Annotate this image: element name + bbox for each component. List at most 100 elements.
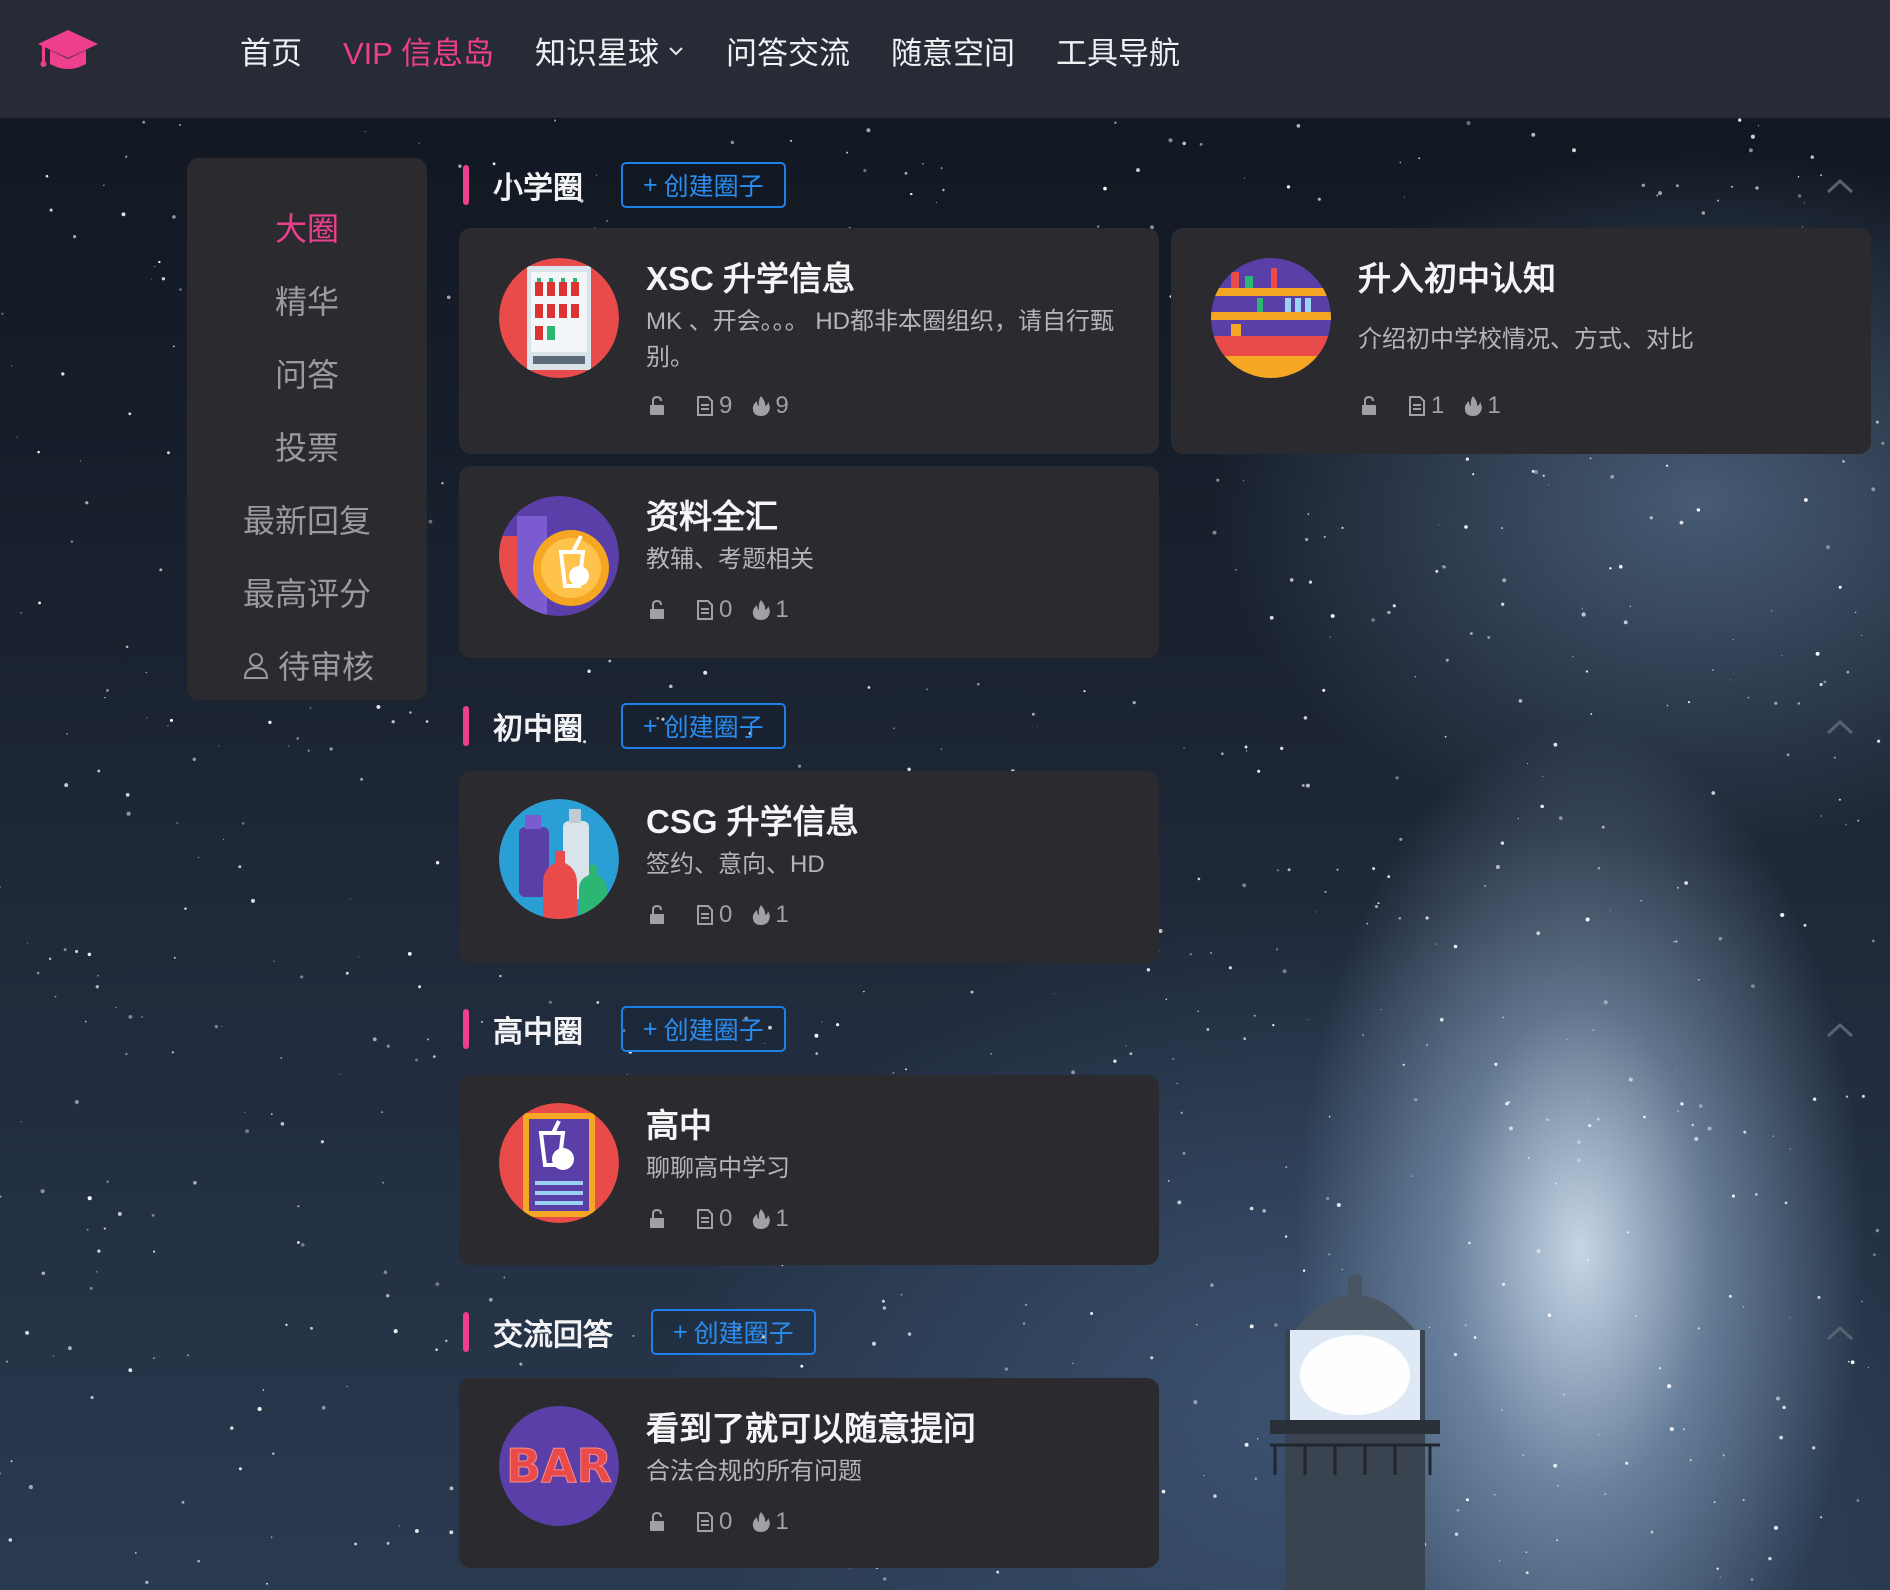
create-circle-label: 创建圈子: [663, 1017, 764, 1045]
section-header-exchange: 交流回答 + 创建圈子: [463, 1309, 816, 1355]
post-count: 9: [694, 392, 732, 420]
star: [1500, 841, 1505, 845]
star: [1464, 525, 1468, 529]
nav-item-knowledge-planet[interactable]: 知识星球: [535, 28, 685, 73]
star: [1161, 1489, 1166, 1494]
sidebar-item-all[interactable]: 大圈: [187, 190, 427, 263]
chevron-up-icon[interactable]: [1822, 1322, 1858, 1344]
star: [1845, 1095, 1849, 1098]
chevron-up-icon[interactable]: [1822, 1019, 1858, 1041]
sidebar-item-top-rated[interactable]: 最高评分: [187, 555, 427, 628]
sidebar-item-featured[interactable]: 精华: [187, 263, 427, 336]
star: [197, 1559, 201, 1563]
post-count: 0: [694, 1508, 732, 1536]
card-title: 升入初中认知: [1358, 260, 1556, 297]
unlock-icon: [1362, 395, 1376, 415]
star: [935, 201, 938, 203]
graduation-cap-logo-icon[interactable]: [36, 26, 100, 76]
star: [10, 365, 13, 367]
star: [435, 1282, 440, 1287]
star: [1276, 869, 1280, 872]
star: [398, 1525, 400, 1527]
star: [1284, 1235, 1288, 1238]
create-circle-button[interactable]: + 创建圈子: [621, 162, 786, 208]
star: [169, 718, 174, 722]
plus-icon: +: [643, 1014, 658, 1043]
chevron-up-icon[interactable]: [1822, 716, 1858, 738]
star: [1508, 1126, 1513, 1131]
star: [1525, 1571, 1529, 1575]
star: [1004, 1367, 1009, 1371]
nav-item-qa[interactable]: 问答交流: [726, 28, 850, 73]
menu-drink-icon: [499, 1103, 619, 1223]
sidebar-item-vote[interactable]: 投票: [187, 409, 427, 482]
star: [1625, 1461, 1629, 1465]
star: [797, 764, 802, 768]
star: [428, 519, 433, 524]
star: [1546, 1118, 1549, 1121]
star: [445, 1339, 448, 1343]
star: [1877, 739, 1881, 743]
lighthouse-image: [1270, 1275, 1440, 1590]
create-circle-button[interactable]: + 创建圈子: [621, 1006, 786, 1052]
star: [1729, 679, 1731, 681]
create-circle-button[interactable]: + 创建圈子: [651, 1309, 816, 1355]
star: [1742, 1499, 1745, 1501]
star: [1036, 725, 1038, 727]
circle-card-xsc[interactable]: XSC 升学信息 MK 、开会。。。 HD都非本圈组织，请自行甄别。 9 9: [459, 228, 1159, 454]
star: [996, 1570, 1000, 1574]
star: [1228, 966, 1232, 970]
star: [73, 235, 77, 239]
star: [197, 856, 199, 858]
section-accent-bar: [463, 165, 469, 205]
star: [1212, 530, 1217, 535]
create-circle-button[interactable]: + 创建圈子: [621, 703, 786, 749]
sidebar-item-latest-reply[interactable]: 最新回复: [187, 482, 427, 555]
star: [1649, 516, 1653, 520]
star: [905, 1068, 907, 1071]
star: [1804, 498, 1808, 502]
star: [1722, 1454, 1725, 1457]
star: [382, 1181, 385, 1184]
sidebar-item-label: 最高评分: [242, 575, 371, 612]
sidebar-item-pending-review[interactable]: 待审核: [187, 628, 427, 701]
star: [40, 1189, 45, 1194]
card-title: 资料全汇: [646, 498, 778, 535]
star: [1786, 753, 1790, 757]
star: [1329, 636, 1331, 638]
star: [893, 727, 895, 730]
post-count-value: 0: [719, 1205, 733, 1232]
circle-card-senior[interactable]: 高中 聊聊高中学习 0 1: [459, 1075, 1159, 1265]
card-stats: 0 1: [646, 1205, 797, 1233]
star: [345, 971, 349, 975]
star: [1280, 746, 1284, 751]
card-stats: 9 9: [646, 392, 797, 420]
star: [1775, 1396, 1781, 1401]
nav-item-tool-nav[interactable]: 工具导航: [1056, 28, 1180, 73]
nav-item-vip-island[interactable]: VIP 信息岛: [343, 28, 494, 73]
bar-sign-text: BAR: [506, 1439, 612, 1493]
flame-icon: [753, 396, 771, 416]
circle-card-materials[interactable]: 资料全汇 教辅、考题相关 0 1: [459, 466, 1159, 658]
nav-item-home[interactable]: 首页: [240, 28, 302, 73]
chevron-up-icon[interactable]: [1822, 175, 1858, 197]
star: [20, 612, 22, 614]
circle-card-junior-intro[interactable]: 升入初中认知 介绍初中学校情况、方式、对比 1 1: [1171, 228, 1871, 454]
star: [74, 1099, 79, 1105]
star: [1435, 943, 1437, 945]
circle-card-free-qa[interactable]: BAR 看到了就可以随意提问 合法合规的所有问题 0 1: [459, 1378, 1159, 1568]
sidebar-item-qa[interactable]: 问答: [187, 336, 427, 409]
star: [608, 659, 612, 663]
star: [1495, 865, 1500, 869]
nav-item-free-space[interactable]: 随意空间: [891, 28, 1015, 73]
star: [1442, 565, 1446, 569]
unlock-icon: [650, 1208, 664, 1228]
section-title: 交流回答: [493, 1319, 613, 1352]
star: [1146, 968, 1151, 972]
star: [1324, 890, 1327, 894]
star: [357, 956, 360, 958]
star: [1728, 1294, 1732, 1298]
circle-card-csg[interactable]: CSG 升学信息 签约、意向、HD 0 1: [459, 771, 1159, 963]
star: [117, 1211, 122, 1216]
star: [1527, 1157, 1530, 1159]
